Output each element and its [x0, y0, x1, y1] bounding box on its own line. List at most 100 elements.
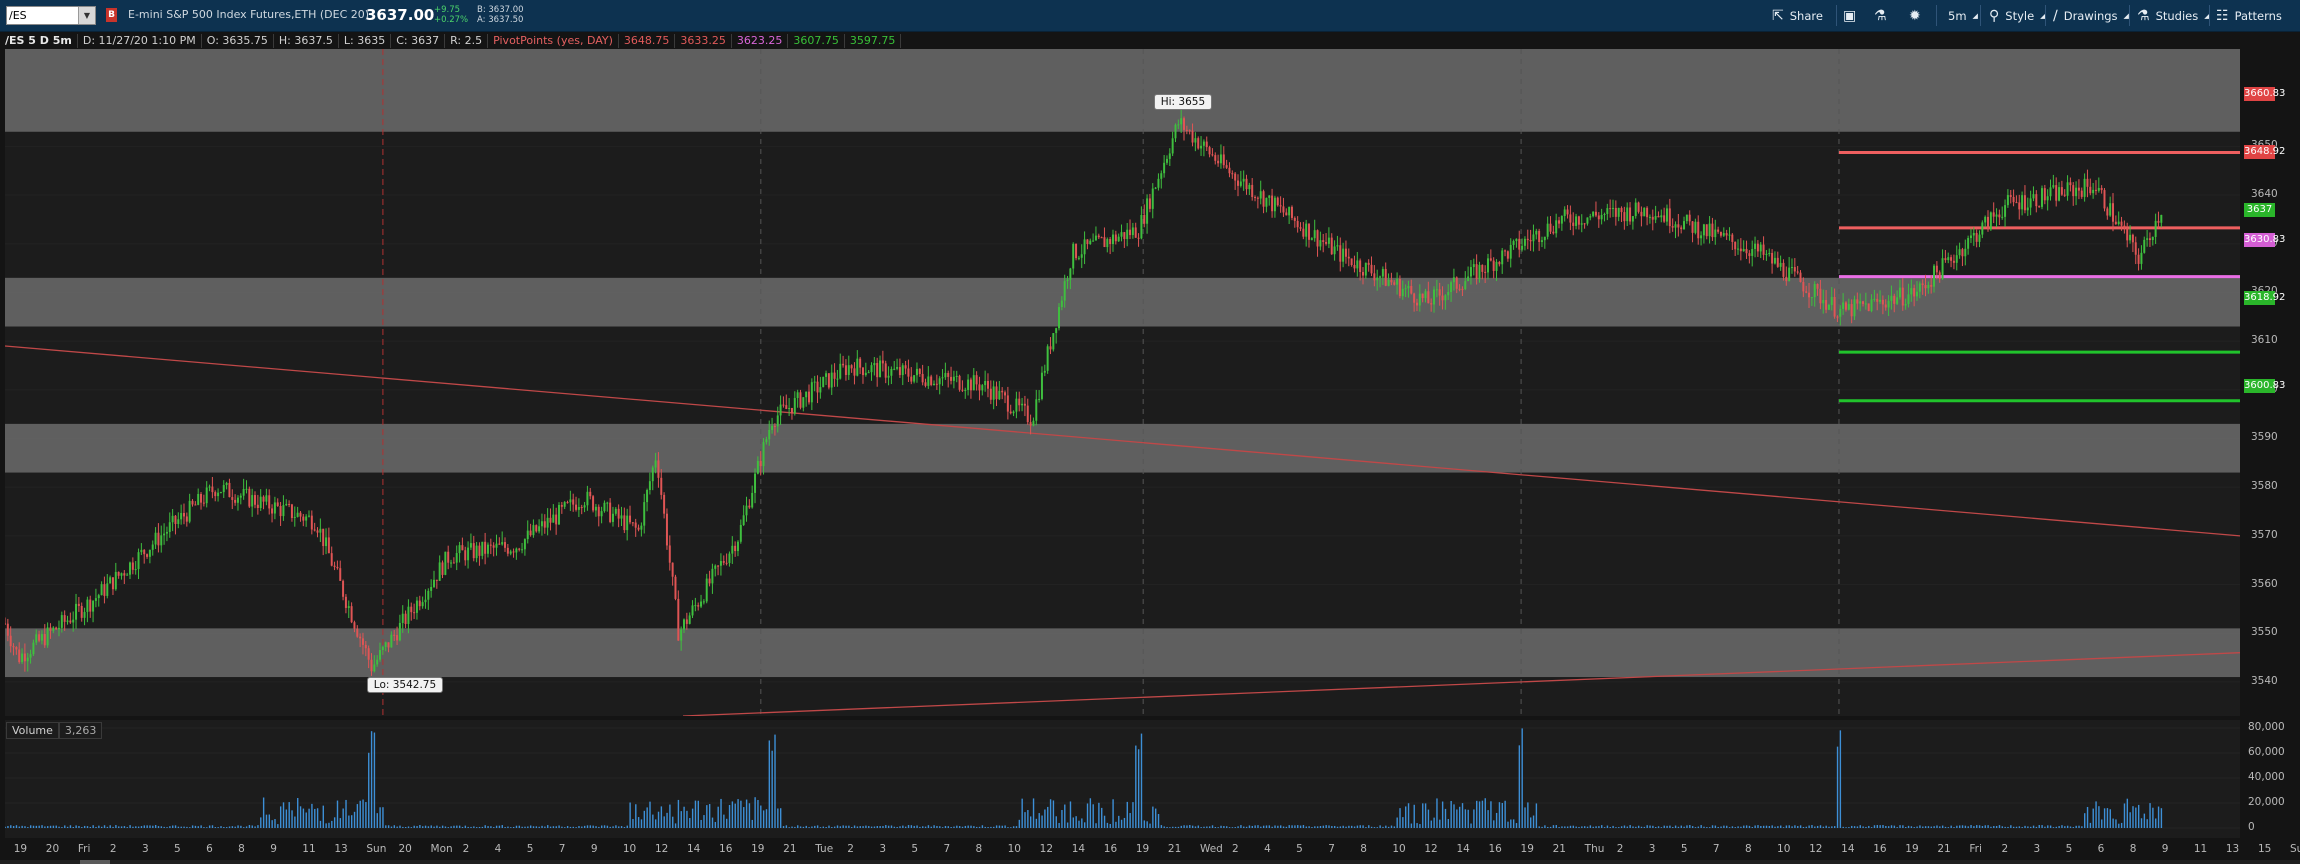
study-name[interactable]: PivotPoints (yes, DAY): [488, 33, 619, 48]
horizontal-scrollbar[interactable]: [0, 860, 2300, 864]
volume-bar: [402, 826, 404, 828]
candle-body: [927, 376, 930, 386]
chevron-down-icon[interactable]: ▼: [78, 7, 95, 24]
studies-button[interactable]: ⚗ Studies ◢: [2137, 0, 2210, 31]
candle-body: [455, 553, 458, 563]
volume-bar: [2086, 806, 2089, 828]
candle-body: [671, 562, 674, 577]
candle-body: [958, 375, 961, 390]
volume-bar: [626, 825, 628, 828]
candle-body: [458, 545, 461, 554]
candle-body: [1072, 243, 1075, 269]
candle-body: [1086, 239, 1089, 245]
timeframe-button[interactable]: 5m ◢: [1948, 0, 1978, 31]
candle-body: [498, 543, 501, 545]
candle-body: [2157, 220, 2160, 223]
volume-bar: [910, 825, 913, 828]
volume-bar: [1819, 825, 1822, 828]
candle-body: [1407, 285, 1410, 289]
candle-body: [1898, 287, 1901, 298]
volume-bar: [950, 827, 952, 828]
volume-bar: [1444, 808, 1447, 828]
volume-bar: [24, 826, 26, 828]
volume-chart-svg[interactable]: [5, 720, 2240, 838]
candle-body: [1614, 207, 1617, 217]
candle-body: [1938, 272, 1941, 280]
symbol-selector[interactable]: ▼: [6, 6, 96, 25]
candle-body: [688, 615, 691, 624]
share-button[interactable]: ⇱ Share: [1772, 0, 1823, 31]
drawings-button[interactable]: ∕ Drawings ◢: [2053, 0, 2129, 31]
volume-bar: [441, 825, 444, 828]
patterns-button[interactable]: ☷ Patterns: [2216, 0, 2282, 31]
time-tick-label: Fri: [1969, 843, 1982, 855]
volume-bar: [1118, 815, 1120, 828]
price-chart-svg[interactable]: [5, 49, 2240, 716]
volume-bar: [1180, 825, 1182, 828]
candle-body: [555, 514, 558, 525]
candle-body: [773, 425, 776, 427]
candle-body: [947, 373, 950, 377]
volume-bar: [1484, 798, 1486, 828]
time-tick-label: 14: [1841, 843, 1855, 855]
volume-bar: [956, 825, 958, 828]
volume-bar: [993, 826, 995, 828]
candle-body: [1722, 233, 1725, 236]
candle-body: [2004, 205, 2007, 217]
candle-body: [1629, 207, 1632, 222]
volume-bar: [1007, 827, 1009, 828]
volume-bar: [1893, 825, 1896, 828]
symbol-input[interactable]: [9, 7, 79, 24]
volume-bar: [623, 827, 626, 828]
candle-body: [1370, 264, 1373, 274]
volume-bar: [1669, 825, 1671, 828]
candle-body: [2018, 202, 2021, 210]
volume-bar: [2106, 808, 2109, 828]
volume-bar: [853, 825, 856, 828]
time-tick-label: 6: [2097, 843, 2105, 855]
volume-bar: [1308, 826, 1310, 828]
settings-button[interactable]: ✹: [1909, 0, 1921, 31]
price-axis[interactable]: 3540355035603570358035903600361036203630…: [2240, 49, 2300, 716]
volume-bar: [2032, 825, 2035, 828]
volume-bar: [1845, 827, 1847, 828]
scrollbar-thumb[interactable]: [80, 860, 110, 864]
price-chart-panel[interactable]: [5, 49, 2240, 716]
volume-bar: [558, 825, 560, 828]
candle-body: [1506, 251, 1509, 259]
snapshot-button[interactable]: ▣: [1843, 0, 1856, 31]
candle-body: [725, 562, 728, 564]
candle-body: [1109, 239, 1112, 245]
volume-bar: [822, 826, 825, 828]
candle-body: [1097, 235, 1100, 238]
candle-body: [1356, 260, 1359, 269]
candle-body: [2080, 190, 2083, 197]
price-change-percent: +0.27%: [434, 15, 469, 25]
volume-axis[interactable]: 80,000 60,000 40,000 20,000 0: [2240, 720, 2300, 838]
volume-panel[interactable]: [5, 720, 2240, 838]
flask-button[interactable]: ⚗: [1874, 0, 1887, 31]
volume-bar: [217, 827, 219, 828]
time-tick-label: 4: [1264, 843, 1271, 855]
volume-bar: [609, 826, 611, 828]
volume-bar: [422, 826, 424, 828]
style-button[interactable]: ⚲ Style ◢: [1989, 0, 2046, 31]
symbol-flag-badge[interactable]: B: [106, 8, 117, 22]
volume-bar: [714, 821, 717, 828]
candle-body: [1308, 223, 1311, 240]
candle-body: [2112, 203, 2115, 222]
candle-body: [1674, 224, 1677, 228]
volume-bar: [1058, 822, 1060, 828]
candle-body: [711, 568, 714, 584]
candle-body: [1487, 258, 1489, 273]
candle-body: [1447, 291, 1450, 296]
volume-title[interactable]: Volume: [6, 722, 59, 739]
candle-body: [532, 525, 535, 536]
candle-body: [1219, 154, 1222, 164]
candle-body: [802, 397, 805, 408]
volume-bar: [154, 825, 157, 828]
chart-title[interactable]: /ES 5 D 5m: [0, 33, 78, 48]
volume-bar: [603, 825, 606, 828]
candle-body: [674, 576, 677, 599]
candle-body: [217, 492, 220, 497]
